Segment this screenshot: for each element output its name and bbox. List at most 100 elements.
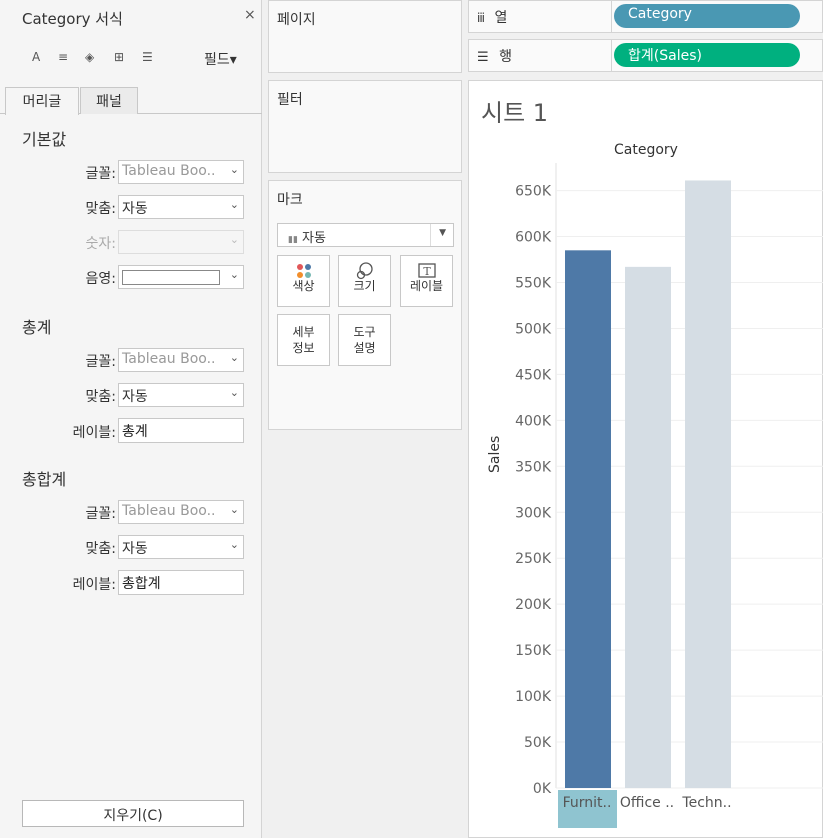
font-format-icon[interactable]: A bbox=[32, 50, 40, 64]
chevron-down-icon: ⌄ bbox=[229, 386, 239, 399]
bar-chart: 0K 50K 100K 150K 200K 250K 300K 350K 400K 450K 500… bbox=[515, 163, 823, 828]
default-font-label: 글꼴: bbox=[85, 166, 116, 182]
bar bbox=[685, 180, 731, 788]
align-format-icon[interactable]: ≡ bbox=[58, 50, 68, 64]
rows-shelf-header: ☰ 행 bbox=[477, 46, 512, 66]
default-font-select[interactable]: Tableau Boo.. ⌄ bbox=[118, 160, 244, 184]
marks-card-label: 마크 bbox=[277, 192, 303, 208]
totals-label-label: 레이블: bbox=[72, 425, 116, 441]
x-category-label: Office .. bbox=[620, 795, 674, 811]
grand-totals-section-heading: 총합계 bbox=[22, 470, 67, 489]
filters-shelf-label: 필터 bbox=[277, 92, 303, 108]
grand-totals-font-select[interactable]: Tableau Boo.. ⌄ bbox=[118, 500, 244, 524]
detail-mark-label-1: 세부 bbox=[292, 325, 315, 339]
chevron-down-icon: ⌄ bbox=[229, 198, 239, 211]
filters-shelf[interactable]: 필터 bbox=[268, 80, 462, 173]
default-align-label: 맞춤: bbox=[85, 201, 116, 217]
tab-pane[interactable]: 패널 bbox=[80, 87, 138, 114]
color-palette-icon bbox=[278, 256, 329, 278]
size-circles-icon bbox=[339, 256, 390, 280]
totals-label-input[interactable]: 총계 bbox=[118, 418, 244, 443]
y-tick-label: 50K bbox=[524, 735, 552, 751]
shelf-divider bbox=[611, 1, 612, 32]
columns-shelf-label: 열 bbox=[494, 10, 508, 26]
totals-font-select[interactable]: Tableau Boo.. ⌄ bbox=[118, 348, 244, 372]
default-font-value: Tableau Boo.. bbox=[122, 163, 216, 179]
chevron-down-icon: ⌄ bbox=[229, 268, 239, 281]
rows-icon: ☰ bbox=[477, 50, 489, 65]
y-tick-label: 300K bbox=[515, 505, 552, 521]
y-tick-label: 500K bbox=[515, 321, 552, 337]
columns-shelf[interactable]: iii 열 Category bbox=[468, 0, 823, 33]
bar-chart-icon: ▮▮ bbox=[288, 235, 298, 245]
grand-totals-label-input[interactable]: 총합계 bbox=[118, 570, 244, 595]
chevron-down-icon: ⌄ bbox=[229, 233, 239, 246]
mark-type-value: 자동 bbox=[302, 231, 326, 246]
default-shade-select[interactable]: ⌄ bbox=[118, 265, 244, 289]
format-pane: Category 서식 × A ≡ ◈ ⊞ ☰ 필드▾ 머리글 패널 기본값 글… bbox=[0, 0, 262, 838]
format-tabs: 머리글 패널 bbox=[0, 87, 262, 115]
shading-format-icon[interactable]: ◈ bbox=[85, 50, 94, 64]
chevron-down-icon: ⌄ bbox=[229, 351, 239, 364]
field-menu-button[interactable]: 필드▾ bbox=[204, 49, 237, 69]
pages-shelf[interactable]: 페이지 bbox=[268, 0, 462, 73]
shade-color-swatch bbox=[122, 270, 220, 285]
tooltip-mark-label-2: 설명 bbox=[353, 341, 376, 355]
detail-mark-button[interactable]: 세부 정보 bbox=[277, 314, 330, 366]
totals-section-heading: 총계 bbox=[22, 318, 52, 337]
bar bbox=[625, 266, 671, 788]
text-label-icon: T bbox=[401, 256, 452, 278]
columns-shelf-header: iii 열 bbox=[477, 7, 507, 27]
label-mark-button[interactable]: T 레이블 bbox=[400, 255, 453, 307]
size-mark-label: 크기 bbox=[353, 279, 376, 293]
totals-align-select[interactable]: 자동 ⌄ bbox=[118, 383, 244, 407]
default-align-select[interactable]: 자동 ⌄ bbox=[118, 195, 244, 219]
totals-font-value: Tableau Boo.. bbox=[122, 351, 216, 367]
y-tick-label: 350K bbox=[515, 459, 552, 475]
default-number-label: 숫자: bbox=[85, 236, 116, 252]
svg-text:T: T bbox=[423, 265, 431, 278]
bar bbox=[565, 250, 611, 789]
lines-format-icon[interactable]: ☰ bbox=[142, 50, 153, 64]
borders-format-icon[interactable]: ⊞ bbox=[114, 50, 124, 64]
tooltip-mark-label-1: 도구 bbox=[353, 325, 376, 339]
y-tick-label: 550K bbox=[515, 275, 552, 291]
chevron-down-icon: ⌄ bbox=[229, 163, 239, 176]
size-mark-button[interactable]: 크기 bbox=[338, 255, 391, 307]
rows-shelf[interactable]: ☰ 행 합계(Sales) bbox=[468, 39, 823, 72]
tooltip-mark-button[interactable]: 도구 설명 bbox=[338, 314, 391, 366]
color-mark-label: 색상 bbox=[292, 279, 315, 293]
rows-shelf-label: 행 bbox=[499, 49, 512, 65]
grand-totals-label-label: 레이블: bbox=[72, 577, 116, 593]
grand-totals-align-value: 자동 bbox=[122, 541, 148, 557]
default-number-select: ⌄ bbox=[118, 230, 244, 254]
category-pill[interactable]: Category bbox=[614, 4, 800, 28]
grand-totals-align-label: 맞춤: bbox=[85, 541, 116, 557]
shelf-divider bbox=[611, 40, 612, 71]
tab-header[interactable]: 머리글 bbox=[5, 87, 79, 115]
grand-totals-font-value: Tableau Boo.. bbox=[122, 503, 216, 519]
y-tick-label: 650K bbox=[515, 184, 552, 200]
mark-type-select[interactable]: ▮▮ 자동 ▼ bbox=[277, 223, 454, 247]
grand-totals-align-select[interactable]: 자동 ⌄ bbox=[118, 535, 244, 559]
y-tick-label: 150K bbox=[515, 643, 552, 659]
chevron-down-icon: ⌄ bbox=[229, 503, 239, 516]
y-tick-label: 600K bbox=[515, 230, 552, 246]
totals-align-label: 맞춤: bbox=[85, 389, 116, 405]
y-tick-label: 400K bbox=[515, 413, 552, 429]
y-tick-label: 200K bbox=[515, 597, 552, 613]
clear-button[interactable]: 지우기(C) bbox=[22, 800, 244, 827]
color-mark-button[interactable]: 색상 bbox=[277, 255, 330, 307]
detail-mark-label-2: 정보 bbox=[292, 341, 315, 355]
columns-icon: iii bbox=[477, 11, 485, 25]
dropdown-divider bbox=[430, 224, 431, 246]
label-mark-label: 레이블 bbox=[409, 279, 444, 293]
pages-shelf-label: 페이지 bbox=[277, 12, 316, 28]
default-section-heading: 기본값 bbox=[22, 130, 67, 149]
x-category-label: Furnit.. bbox=[563, 795, 612, 811]
y-tick-label: 450K bbox=[515, 367, 552, 383]
marks-card: 마크 ▮▮ 자동 ▼ 색상 크기 T 레이블 세부 정보 도구 설명 bbox=[268, 180, 462, 430]
sum-sales-pill[interactable]: 합계(Sales) bbox=[614, 43, 800, 67]
close-icon[interactable]: × bbox=[244, 7, 256, 23]
y-tick-label: 100K bbox=[515, 689, 552, 705]
